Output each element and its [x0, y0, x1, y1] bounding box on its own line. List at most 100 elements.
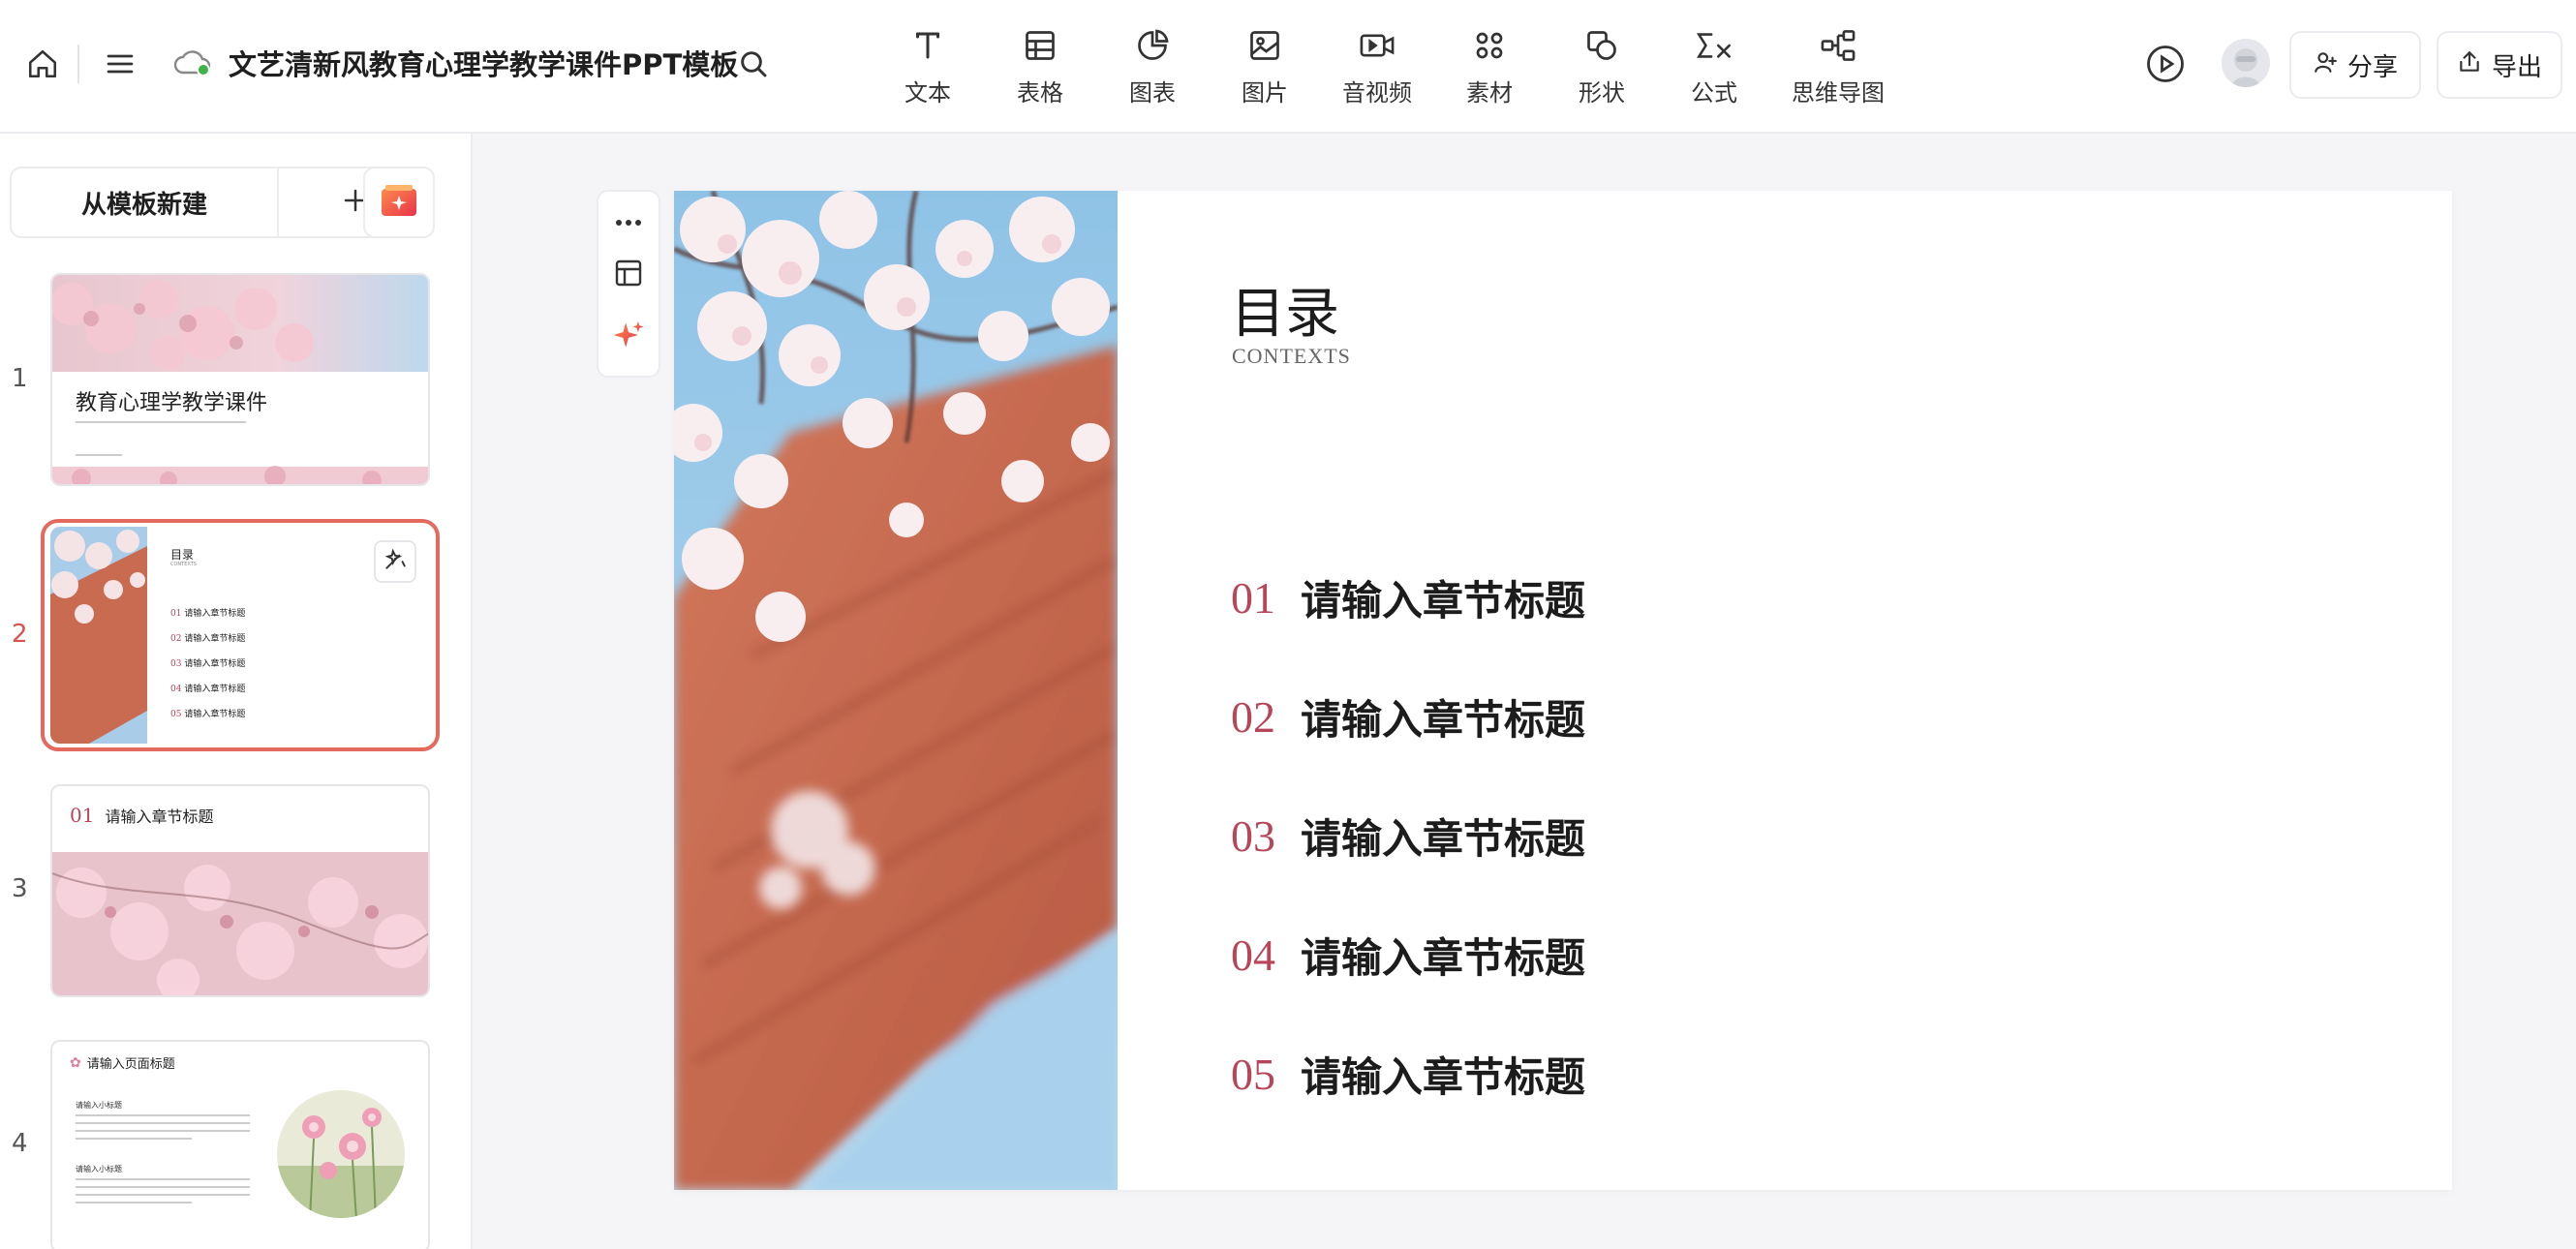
tool-label: 文本	[905, 79, 951, 107]
top-toolbar: 文艺清新风教育心理学教学课件PPT模板 文本 表格 图表 图片 音视频 素材 形…	[0, 0, 2576, 134]
cloud-saved-icon	[170, 46, 215, 81]
thumb-toc-text: 请输入章节标题	[184, 609, 246, 619]
tool-chart[interactable]: 图表	[1096, 23, 1209, 110]
tool-label: 形状	[1579, 79, 1625, 107]
tool-label: 音视频	[1342, 79, 1412, 107]
slide-canvas[interactable]: 目录 CONTEXTS 01 请输入章节标题 02 请输入章节标题 03 请输入…	[674, 191, 2452, 1190]
table-icon	[1023, 23, 1058, 68]
new-from-template-button[interactable]: 从模板新建	[12, 168, 279, 236]
tool-mindmap[interactable]: 思维导图	[1770, 23, 1906, 110]
slide-thumbnail-2[interactable]: 目录 CONTEXTS 01 请输入章节标题 02 请输入章节标题 03 请输入…	[50, 527, 430, 744]
flower-icon: ✿	[70, 1054, 81, 1071]
home-icon[interactable]	[21, 43, 64, 85]
tool-label: 素材	[1466, 79, 1513, 107]
document-title[interactable]: 文艺清新风教育心理学教学课件PPT模板	[229, 43, 738, 83]
slide-number: 1	[12, 364, 28, 393]
toc-item[interactable]: 03 请输入章节标题	[1231, 807, 1585, 865]
slide-thumbnail-3-num: 01	[70, 804, 95, 827]
add-user-icon	[2313, 49, 2338, 81]
toc-item-text: 请输入章节标题	[1301, 695, 1586, 744]
assets-icon	[1472, 23, 1507, 68]
toc-item-text: 请输入章节标题	[1301, 576, 1586, 624]
toc-item-text: 请输入章节标题	[1301, 1052, 1586, 1101]
slide-thumbnail-1[interactable]: 教育心理学教学课件	[50, 273, 430, 486]
cherry-blossom-photo[interactable]	[674, 191, 1118, 1190]
toc-item[interactable]: 02 请输入章节标题	[1231, 687, 1585, 746]
more-options-icon[interactable]	[614, 213, 643, 231]
toc-item[interactable]: 05 请输入章节标题	[1231, 1045, 1585, 1103]
slide-thumbnail-2-subtitle: CONTEXTS	[170, 562, 197, 567]
layout-icon[interactable]	[613, 258, 644, 292]
thumb-toc-text: 请输入章节标题	[184, 685, 246, 694]
toc-item[interactable]: 01 请输入章节标题	[1231, 568, 1585, 626]
thumb-toc-num: 03	[170, 659, 182, 669]
slide-number: 3	[12, 874, 28, 903]
slide-title[interactable]: 目录	[1231, 270, 1339, 349]
thumb-toc-text: 请输入章节标题	[184, 659, 246, 669]
video-icon	[1359, 23, 1395, 68]
insert-tools: 文本 表格 图表 图片 音视频 素材 形状 公式 思维导图	[872, 23, 1906, 110]
slide-thumbnail-2-photo	[50, 527, 147, 744]
toc-item-number: 04	[1231, 929, 1275, 980]
slide-panel: 从模板新建 1 教育心理学教学课件 2 目录 CONTEXTS 01 请输入章节…	[0, 134, 473, 1249]
slide-subtitle[interactable]: CONTEXTS	[1232, 344, 1351, 369]
tool-shape[interactable]: 形状	[1546, 23, 1658, 110]
slide-floating-tools	[597, 190, 660, 378]
slide-thumbnail-3-title: 请输入章节标题	[105, 807, 214, 826]
toc-item[interactable]: 04 请输入章节标题	[1231, 926, 1585, 984]
share-button[interactable]: 分享	[2289, 31, 2421, 99]
thumb-toc-num: 02	[170, 634, 182, 644]
thumb-toc-text: 请输入章节标题	[184, 634, 246, 644]
toc-item-text: 请输入章节标题	[1301, 814, 1586, 863]
tool-table[interactable]: 表格	[984, 23, 1096, 110]
shape-icon	[1584, 23, 1619, 68]
tool-video[interactable]: 音视频	[1321, 23, 1433, 110]
slide-number: 4	[12, 1129, 28, 1158]
slide-thumbnail-4-subtitle-2: 请输入小标题	[76, 1165, 122, 1173]
thumb-toc-num: 04	[170, 685, 182, 694]
thumb-toc-list: 01 请输入章节标题 02 请输入章节标题 03 请输入章节标题 04 请输入章…	[170, 606, 245, 732]
tool-label: 思维导图	[1792, 79, 1885, 107]
thumb-toc-item: 05 请输入章节标题	[170, 707, 245, 732]
slide-thumbnail-4-heading: ✿ 请输入页面标题	[70, 1053, 175, 1073]
toc-item-number: 03	[1231, 810, 1275, 861]
thumb-toc-item: 02 请输入章节标题	[170, 631, 245, 656]
slide-thumbnail-4-subtitle-1: 请输入小标题	[76, 1101, 122, 1110]
slide-thumbnail-2-title: 目录	[170, 548, 195, 562]
toc-item-number: 05	[1231, 1049, 1275, 1099]
slide-ai-magic-button[interactable]	[374, 540, 416, 583]
text-icon	[910, 23, 945, 68]
formula-icon	[1695, 23, 1733, 68]
ai-template-button[interactable]	[363, 167, 435, 238]
tool-label: 表格	[1017, 79, 1063, 107]
slide-thumbnail-4-title: 请输入页面标题	[86, 1057, 175, 1072]
slide-thumbnail-4-body-lines-1	[76, 1114, 250, 1140]
thumb-toc-num: 05	[170, 710, 182, 719]
toc-item-text: 请输入章节标题	[1301, 933, 1586, 982]
slide-thumbnail-3[interactable]: 01 请输入章节标题	[50, 784, 430, 997]
toolbar-divider	[77, 45, 79, 83]
menu-icon[interactable]	[99, 43, 141, 85]
tool-label: 图片	[1242, 79, 1288, 107]
user-avatar[interactable]	[2222, 39, 2270, 87]
tool-image[interactable]: 图片	[1209, 23, 1321, 110]
mindmap-icon	[1820, 23, 1856, 68]
toc-item-number: 01	[1231, 572, 1275, 623]
tool-text[interactable]: 文本	[872, 23, 984, 110]
slide-thumbnail-3-heading: 01 请输入章节标题	[70, 804, 214, 827]
tool-label: 图表	[1129, 79, 1176, 107]
export-button[interactable]: 导出	[2437, 31, 2562, 99]
slide-thumbnail-4[interactable]: ✿ 请输入页面标题 请输入小标题 请输入小标题	[50, 1040, 430, 1249]
tool-formula[interactable]: 公式	[1658, 23, 1770, 110]
export-icon	[2457, 49, 2482, 81]
tool-label: 公式	[1691, 79, 1737, 107]
slide-thumbnail-1-title: 教育心理学教学课件	[76, 391, 268, 415]
play-slideshow-icon[interactable]	[2144, 43, 2187, 85]
ai-sparkle-icon[interactable]	[612, 319, 645, 355]
search-icon[interactable]	[732, 43, 775, 85]
image-icon	[1247, 23, 1282, 68]
slide-thumbnail-1-art	[52, 275, 428, 484]
tool-assets[interactable]: 素材	[1433, 23, 1546, 110]
ai-gift-icon	[380, 183, 418, 222]
share-label: 分享	[2346, 52, 2398, 82]
